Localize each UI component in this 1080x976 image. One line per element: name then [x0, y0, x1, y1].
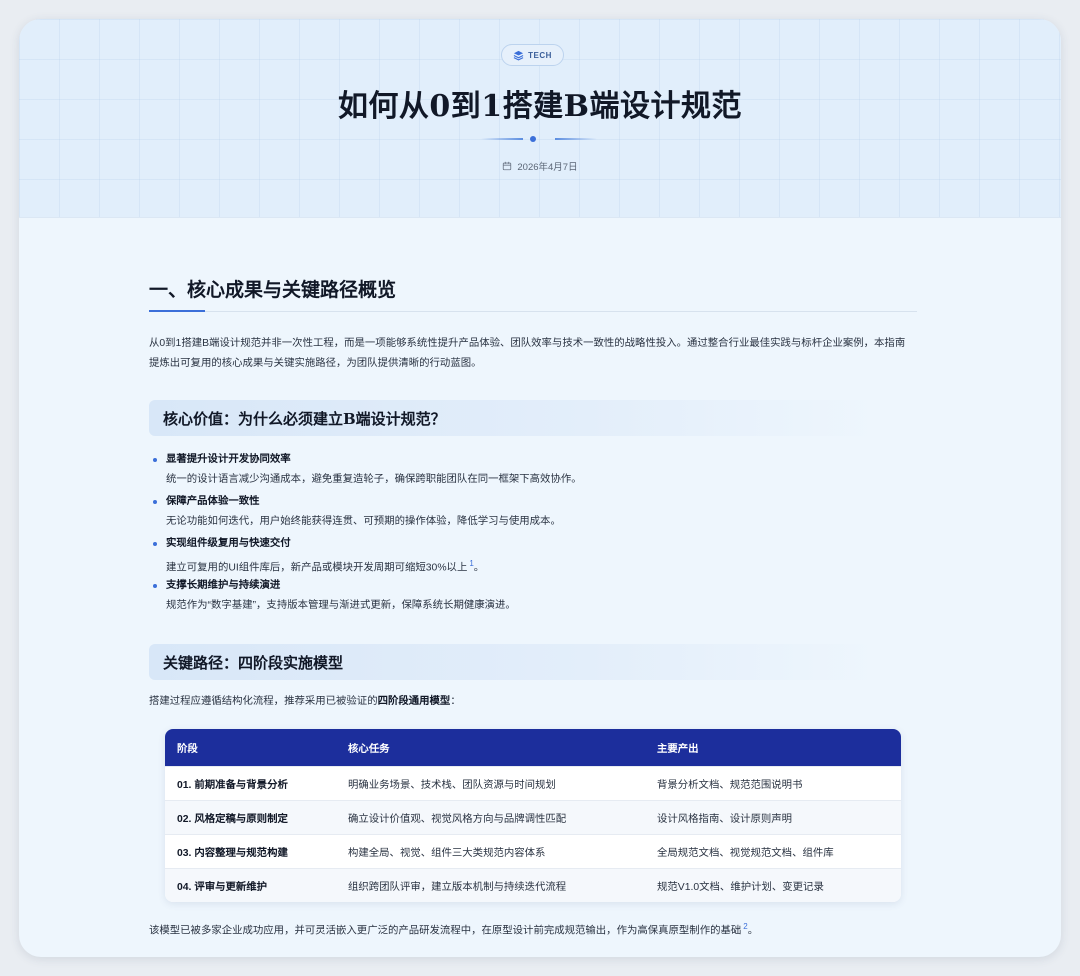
section-intro: 从0到1搭建B端设计规范并非一次性工程，而是一项能够系统性提升产品体验、团队效率… [149, 338, 906, 369]
path-outro: 该模型已被多家企业成功应用，并可灵活嵌入更广泛的产品研发流程中，在原型设计前完成… [149, 922, 759, 937]
table-cell: 全局规范文档、视觉规范文档、组件库 [657, 848, 834, 859]
table-cell: 规范V1.0文档、维护计划、变更记录 [657, 882, 824, 893]
value-item-title: 实现组件级复用与快速交付 [166, 538, 291, 549]
publish-date: 2026年4月7日 [19, 159, 1061, 173]
value-item-desc: 建立可复用的UI组件库后，新产品或模块开发周期可缩短30%以上 1。 [166, 559, 485, 574]
bullet-icon [153, 458, 157, 462]
table-cell: 背景分析文档、规范范围说明书 [657, 780, 803, 791]
table-cell: 04. 评审与更新维护 [177, 882, 268, 893]
column-header: 阶段 [177, 744, 198, 755]
table-cell: 03. 内容整理与规范构建 [177, 848, 288, 859]
table-cell: 构建全局、视觉、组件三大类规范内容体系 [348, 848, 546, 859]
value-heading: 核心价值：为什么必须建立B端设计规范？ [149, 400, 881, 436]
calendar-icon [503, 161, 512, 171]
value-item-desc: 统一的设计语言减少沟通成本，避免重复造轮子，确保跨职能团队在同一框架下高效协作。 [166, 474, 582, 485]
date-text: 2026年4月7日 [517, 162, 578, 173]
tech-badge: TECH [501, 44, 564, 66]
badge-label: TECH [528, 50, 552, 60]
section-rule [149, 311, 917, 312]
table-cell: 确立设计价值观、视觉风格方向与品牌调性匹配 [348, 814, 567, 825]
table-cell: 01. 前期准备与背景分析 [177, 780, 288, 791]
value-item-desc: 无论功能如何迭代，用户始终能获得连贯、可预期的操作体验，降低学习与使用成本。 [166, 516, 561, 527]
table-row: 03. 内容整理与规范构建 构建全局、视觉、组件三大类规范内容体系 全局规范文档… [165, 834, 901, 868]
bullet-icon [153, 542, 157, 546]
value-item-title: 支撑长期维护与持续演进 [166, 580, 281, 591]
lead-emphasis: 四阶段通用模型 [377, 696, 451, 707]
path-lead: 搭建过程应遵循结构化流程，推荐采用已被验证的四阶段通用模型： [149, 696, 461, 707]
table-cell: 设计风格指南、设计原则声明 [657, 814, 793, 825]
value-list: 显著提升设计开发协同效率 统一的设计语言减少沟通成本，避免重复造轮子，确保跨职能… [149, 450, 909, 618]
list-item: 支撑长期维护与持续演进 规范作为“数字基建”，支持版本管理与渐进式更新，保障系统… [149, 576, 909, 618]
hero-header: TECH 如何从0到1搭建B端设计规范 2026年4月7日 [19, 19, 1061, 218]
value-item-title: 保障产品体验一致性 [166, 496, 260, 507]
list-item: 保障产品体验一致性 无论功能如何迭代，用户始终能获得连贯、可预期的操作体验，降低… [149, 492, 909, 534]
footnote-link[interactable]: 2 [743, 922, 747, 931]
list-item: 实现组件级复用与快速交付 建立可复用的UI组件库后，新产品或模块开发周期可缩短3… [149, 534, 909, 576]
value-item-desc: 规范作为“数字基建”，支持版本管理与渐进式更新，保障系统长期健康演进。 [166, 600, 516, 611]
layers-icon [513, 50, 524, 61]
section-rule-accent [149, 310, 205, 312]
table-row: 01. 前期准备与背景分析 明确业务场景、技术栈、团队资源与时间规划 背景分析文… [165, 766, 901, 800]
bullet-icon [153, 500, 157, 504]
value-item-title: 显著提升设计开发协同效率 [166, 454, 291, 465]
column-header: 主要产出 [657, 744, 699, 755]
column-header: 核心任务 [348, 744, 390, 755]
table-cell: 组织跨团队评审，建立版本机制与持续迭代流程 [348, 882, 567, 893]
section-title: 一、核心成果与关键路径概览 [149, 279, 397, 301]
page-title: 如何从0到1搭建B端设计规范 [337, 89, 743, 124]
path-heading: 关键路径：四阶段实施模型 [149, 644, 881, 680]
stage-table: 阶段 核心任务 主要产出 01. 前期准备与背景分析 明确业务场景、技术栈、团队… [165, 729, 901, 902]
bullet-icon [153, 584, 157, 588]
title-divider [481, 134, 597, 144]
article-card: TECH 如何从0到1搭建B端设计规范 2026年4月7日 一、核心成果与关键路… [19, 19, 1061, 957]
list-item: 显著提升设计开发协同效率 统一的设计语言减少沟通成本，避免重复造轮子，确保跨职能… [149, 450, 909, 492]
table-row: 04. 评审与更新维护 组织跨团队评审，建立版本机制与持续迭代流程 规范V1.0… [165, 868, 901, 902]
table-header: 阶段 核心任务 主要产出 [165, 729, 901, 766]
footnote-link[interactable]: 1 [469, 559, 473, 568]
table-row: 02. 风格定稿与原则制定 确立设计价值观、视觉风格方向与品牌调性匹配 设计风格… [165, 800, 901, 834]
table-cell: 明确业务场景、技术栈、团队资源与时间规划 [348, 780, 556, 791]
table-cell: 02. 风格定稿与原则制定 [177, 814, 288, 825]
